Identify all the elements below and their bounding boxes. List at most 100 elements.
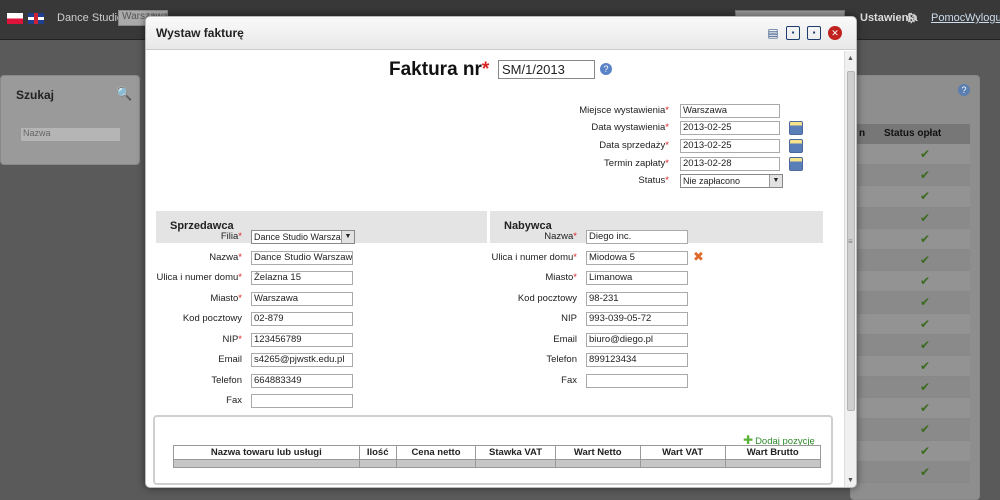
products-empty-cell [395,459,477,468]
calendar-icon[interactable] [789,157,803,171]
search-title: Szukaj [16,88,55,102]
seller-nip-input[interactable]: 123456789 [251,333,353,347]
table-row[interactable]: ✔ [855,461,970,483]
buyer-email-input[interactable]: biuro@diego.pl [586,333,688,347]
row-cell [855,356,880,376]
table-row[interactable]: ✔ [855,440,970,462]
buyer-phone-label: Telefon [546,354,577,365]
table-row[interactable]: ✔ [855,271,970,293]
table-row[interactable]: ✔ [855,398,970,420]
row-cell [855,377,880,397]
products-empty-cell [475,459,556,468]
checkmark-icon: ✔ [919,147,931,161]
seller-nip-label: NIP* [222,334,242,345]
chevron-down-icon: ▼ [341,231,354,243]
due-date-label: Termin zapłaty* [604,158,669,169]
uk-flag-icon[interactable] [28,13,44,24]
scroll-down-icon[interactable]: ▼ [847,477,854,484]
save-icon[interactable]: ▪ [786,26,800,40]
products-column-header: Stawka VAT [475,445,556,460]
close-icon[interactable]: ✕ [828,26,842,40]
checkmark-icon: ✔ [919,252,931,267]
invoice-label: Faktura nr [389,59,482,80]
row-cell [855,229,880,249]
products-column-header: Nazwa towaru lub usługi [173,445,360,460]
row-cell [855,144,880,164]
issue-date-input[interactable]: 2013-02-25 [680,121,780,135]
table-row[interactable]: ✔ [855,313,970,335]
seller-street-input[interactable]: Żelazna 15 [251,271,353,285]
checkmark-icon: ✔ [919,443,931,458]
checkmark-icon: ✔ [919,295,931,310]
seller-fax-label: Fax [226,395,242,406]
seller-branch-label: Filia* [220,231,242,242]
buyer-city-input[interactable]: Limanowa [586,271,688,285]
results-table-header: n Status opłat [855,124,970,144]
logout-link[interactable]: Wyloguj [965,12,1000,24]
table-row[interactable]: ✔ [855,207,970,229]
seller-name-input[interactable]: Dance Studio Warszawa [251,251,353,265]
buyer-phone-input[interactable]: 899123434 [586,353,688,367]
checkmark-icon: ✔ [919,422,931,437]
buyer-name-input[interactable]: Diego inc. [586,230,688,244]
table-row[interactable]: ✔ [855,165,970,187]
table-row[interactable]: ✔ [855,144,970,166]
seller-phone-label: Telefon [211,375,242,386]
products-empty-cell [639,459,726,468]
products-empty-cell [724,459,821,468]
polish-flag-icon[interactable] [7,13,23,24]
calendar-icon[interactable] [789,121,803,135]
table-row[interactable]: ✔ [855,377,970,399]
products-column-header: Wart Brutto [724,445,821,460]
buyer-nip-input[interactable]: 993-039-05-72 [586,312,688,326]
search-input[interactable]: Nazwa [20,127,121,142]
invoice-dialog: Wystaw fakturę ▤ ▪ ▪ ✕ Faktura nr* SM/1/… [145,16,857,488]
buyer-zip-input[interactable]: 98-231 [586,292,688,306]
row-cell [855,250,880,270]
search-icon[interactable]: 🔍 [116,86,132,102]
seller-zip-input[interactable]: 02-879 [251,312,353,326]
buyer-fax-label: Fax [561,375,577,386]
sale-date-input[interactable]: 2013-02-25 [680,139,780,153]
seller-branch-select[interactable]: Dance Studio Warsza ▼ [251,230,355,244]
table-row[interactable]: ✔ [855,355,970,378]
dialog-scrollbar[interactable]: ▲ ≡ ▼ [844,51,856,487]
help-icon[interactable]: ? [958,84,970,96]
filter-icon[interactable]: ▤ [766,26,780,40]
buyer-street-input[interactable]: Miodowa 5 [586,251,688,265]
due-date-input[interactable]: 2013-02-28 [680,157,780,171]
help-link[interactable]: Pomoc [931,12,965,24]
products-column-header: Wart VAT [639,445,726,460]
info-icon[interactable]: ? [600,63,612,75]
table-row[interactable]: ✔ [855,419,970,441]
save-close-icon[interactable]: ▪ [807,26,821,40]
row-cell [855,165,880,185]
seller-phone-input[interactable]: 664883349 [251,374,353,388]
table-row[interactable]: ✔ [855,334,970,356]
issue-date-label: Data wystawienia* [591,122,669,133]
table-row[interactable]: ✔ [855,249,970,272]
status-select[interactable]: Nie zapłacono ▼ [680,174,783,188]
scroll-up-icon[interactable]: ▲ [847,55,854,62]
invoice-number-input[interactable]: SM/1/2013 [498,60,595,79]
row-cell [855,186,880,206]
products-column-header: Wart Netto [554,445,641,460]
seller-city-input[interactable]: Warszawa [251,292,353,306]
table-row[interactable]: ✔ [855,228,970,250]
buyer-fax-input[interactable] [586,374,688,388]
table-row[interactable]: ✔ [855,292,970,314]
checkmark-icon: ✔ [919,210,931,225]
seller-email-input[interactable]: s4265@pjwstk.edu.pl [251,353,353,367]
checkmark-icon: ✔ [919,168,931,183]
calendar-icon[interactable] [789,139,803,153]
gear-icon[interactable]: ⚙ [905,10,918,27]
scroll-grip-icon: ≡ [848,237,853,246]
checkmark-icon: ✔ [919,316,931,331]
remove-buyer-icon[interactable]: ✖ [693,249,704,265]
place-input[interactable]: Warszawa [680,104,780,118]
products-header-row: Nazwa towaru lub usługi Ilość Cena netto St… [173,445,821,460]
seller-fax-input[interactable] [251,394,353,408]
table-row[interactable]: ✔ [855,186,970,208]
row-cell [855,441,880,461]
products-empty-cell [554,459,641,468]
